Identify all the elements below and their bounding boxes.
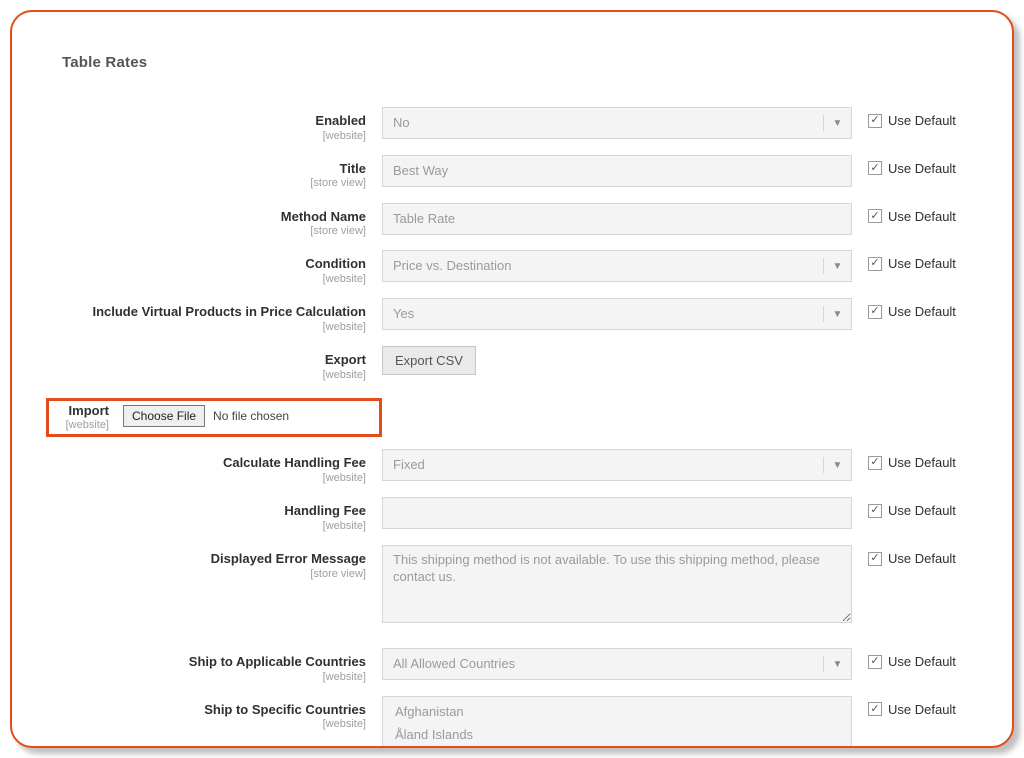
country-option[interactable]: Afghanistan (383, 701, 851, 724)
use-default-enabled[interactable]: Use Default (852, 107, 972, 128)
choose-file-button[interactable]: Choose File (123, 405, 205, 427)
row-include-virtual: Include Virtual Products in Price Calcul… (52, 298, 972, 334)
checkbox-icon[interactable] (868, 161, 882, 175)
use-default-handling-fee[interactable]: Use Default (852, 497, 972, 518)
row-import: Import [website] Choose File No file cho… (52, 394, 972, 438)
use-default-label: Use Default (888, 113, 956, 128)
include-virtual-select[interactable]: Yes ▼ (382, 298, 852, 330)
condition-select[interactable]: Price vs. Destination ▼ (382, 250, 852, 282)
country-option[interactable]: Åland Islands (383, 724, 851, 747)
chevron-down-icon: ▼ (823, 457, 851, 473)
use-default-include-virtual[interactable]: Use Default (852, 298, 972, 319)
checkbox-icon[interactable] (868, 257, 882, 271)
chevron-down-icon: ▼ (823, 306, 851, 322)
use-default-error-msg[interactable]: Use Default (852, 545, 972, 566)
use-default-condition[interactable]: Use Default (852, 250, 972, 271)
checkbox-icon[interactable] (868, 655, 882, 669)
use-default-method-name[interactable]: Use Default (852, 203, 972, 224)
row-condition: Condition [website] Price vs. Destinatio… (52, 250, 972, 286)
chevron-down-icon: ▼ (823, 258, 851, 274)
checkbox-icon[interactable] (868, 456, 882, 470)
use-default-calc-handling[interactable]: Use Default (852, 449, 972, 470)
use-default-title[interactable]: Use Default (852, 155, 972, 176)
error-message-textarea[interactable]: This shipping method is not available. T… (382, 545, 852, 623)
file-chosen-status: No file chosen (213, 409, 289, 423)
export-csv-button[interactable]: Export CSV (382, 346, 476, 375)
use-default-ship-applicable[interactable]: Use Default (852, 648, 972, 669)
row-method-name: Method Name [store view] Use Default (52, 203, 972, 239)
chevron-down-icon: ▼ (823, 656, 851, 672)
row-title: Title [store view] Use Default (52, 155, 972, 191)
chevron-down-icon: ▼ (823, 115, 851, 131)
handling-fee-input[interactable] (382, 497, 852, 529)
form-rows: Enabled [website] No ▼ Use Default Title… (52, 107, 972, 748)
checkbox-icon[interactable] (868, 114, 882, 128)
scope-text: [website] (52, 130, 366, 143)
row-calc-handling: Calculate Handling Fee [website] Fixed ▼… (52, 449, 972, 485)
method-name-input[interactable] (382, 203, 852, 235)
label-text: Enabled (52, 113, 366, 129)
country-option[interactable]: Albania (383, 747, 851, 748)
ship-specific-multiselect[interactable]: Afghanistan Åland Islands Albania Algeri… (382, 696, 852, 748)
ship-applicable-select[interactable]: All Allowed Countries ▼ (382, 648, 852, 680)
enabled-select[interactable]: No ▼ (382, 107, 852, 139)
row-enabled: Enabled [website] No ▼ Use Default (52, 107, 972, 143)
checkbox-icon[interactable] (868, 552, 882, 566)
row-export: Export [website] Export CSV (52, 346, 972, 382)
checkbox-icon[interactable] (868, 504, 882, 518)
checkbox-icon[interactable] (868, 305, 882, 319)
row-ship-applicable: Ship to Applicable Countries [website] A… (52, 648, 972, 684)
title-input[interactable] (382, 155, 852, 187)
enabled-value: No (393, 115, 823, 132)
section-title: Table Rates (62, 54, 972, 71)
row-handling-fee: Handling Fee [website] Use Default (52, 497, 972, 533)
row-error-msg: Displayed Error Message [store view] Thi… (52, 545, 972, 626)
import-highlight: Import [website] Choose File No file cho… (46, 398, 382, 438)
row-ship-specific: Ship to Specific Countries [website] Afg… (52, 696, 972, 748)
use-default-ship-specific[interactable]: Use Default (852, 696, 972, 717)
checkbox-icon[interactable] (868, 209, 882, 223)
calc-handling-select[interactable]: Fixed ▼ (382, 449, 852, 481)
label-title: Title [store view] (52, 155, 382, 191)
label-enabled: Enabled [website] (52, 107, 382, 143)
checkbox-icon[interactable] (868, 702, 882, 716)
table-rates-panel: Table Rates Enabled [website] No ▼ Use D… (10, 10, 1014, 748)
